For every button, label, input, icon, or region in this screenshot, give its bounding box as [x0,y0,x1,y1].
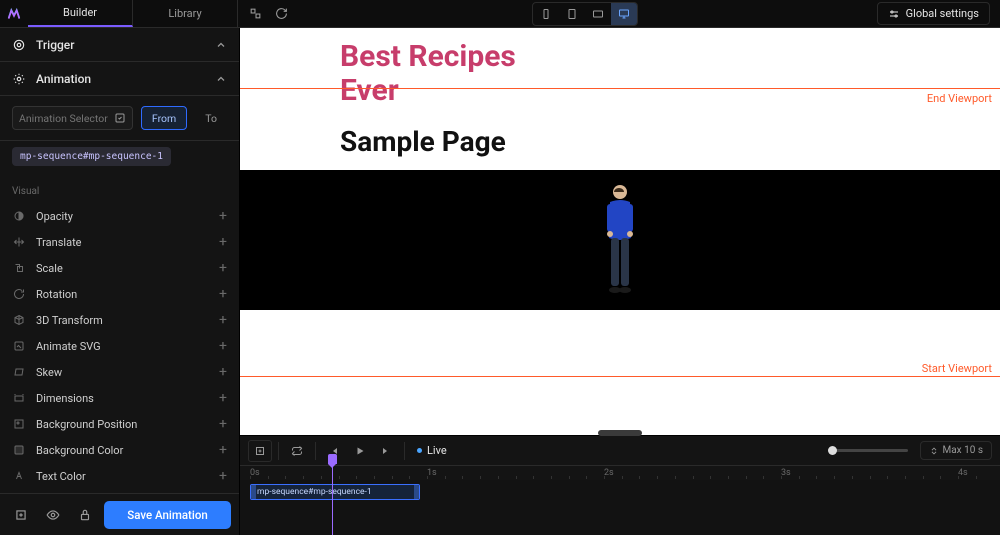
animation-label: Animation [36,72,205,86]
prop-opacity[interactable]: Opacity+ [0,203,239,229]
plus-icon: + [219,208,227,224]
start-viewport-label: Start Viewport [922,362,992,375]
plus-icon: + [219,390,227,406]
prop-skew[interactable]: Skew+ [0,359,239,385]
global-settings-label: Global settings [906,7,979,20]
text-color-icon [12,469,26,483]
animation-icon [12,72,26,86]
device-desktop[interactable] [611,3,637,25]
prop-rotation[interactable]: Rotation+ [0,281,239,307]
scale-icon [12,261,26,275]
timeline: Live Max 10 s 0s 1s 2s 3s 4s [240,435,1000,535]
plus-icon: + [219,260,227,276]
svg-icon [12,339,26,353]
person-figure [595,180,645,300]
refresh-icon[interactable] [268,3,294,25]
section-trigger[interactable]: Trigger [0,28,239,62]
chevron-up-icon [215,39,227,51]
tick-4: 4s [958,468,968,478]
clip-handle-right[interactable] [414,485,419,499]
plus-icon: + [219,286,227,302]
skip-end-icon[interactable] [374,440,398,462]
opacity-icon [12,209,26,223]
property-list: Opacity+ Translate+ Scale+ Rotation+ 3D … [0,203,239,493]
keyframe-add-icon[interactable] [248,440,272,462]
plus-icon: + [219,312,227,328]
loop-icon[interactable] [285,440,309,462]
device-tablet-landscape[interactable] [585,3,611,25]
tick-1: 1s [427,468,437,478]
dimensions-icon [12,391,26,405]
preview-icon[interactable] [40,504,66,526]
app-logo [0,0,28,28]
page-heading-pink: Best Recipes Ever [340,40,516,107]
add-layer-icon[interactable] [8,504,34,526]
device-tablet-portrait[interactable] [559,3,585,25]
settings-icon [888,8,900,20]
sidebar: Trigger Animation From To mp-sequence#mp… [0,28,240,535]
timeline-resize-handle[interactable] [598,430,642,436]
trigger-label: Trigger [36,38,205,52]
save-animation-button[interactable]: Save Animation [104,501,231,529]
end-viewport-label: End Viewport [927,92,992,105]
timeline-clip[interactable]: mp-sequence#mp-sequence-1 [250,484,420,500]
prop-dimensions[interactable]: Dimensions+ [0,385,239,411]
chevron-up-icon [215,73,227,85]
play-icon[interactable] [348,440,372,462]
max-duration-button[interactable]: Max 10 s [920,441,993,460]
group-visual-label: Visual [0,176,239,203]
tab-library[interactable]: Library [133,0,238,27]
tab-builder[interactable]: Builder [28,0,133,27]
prop-text-color[interactable]: Text Color+ [0,463,239,489]
plus-icon: + [219,234,227,250]
lock-icon[interactable] [72,504,98,526]
to-button[interactable]: To [195,106,227,130]
clip-handle-left[interactable] [251,485,256,499]
target-icon [12,38,26,52]
timeline-tracks[interactable]: mp-sequence#mp-sequence-1 [240,480,1000,535]
prop-3d-transform[interactable]: 3D Transform+ [0,307,239,333]
live-indicator[interactable]: Live [417,444,447,457]
translate-icon [12,235,26,249]
prop-animate-svg[interactable]: Animate SVG+ [0,333,239,359]
section-animation[interactable]: Animation [0,62,239,96]
expand-icon[interactable] [242,3,268,25]
plus-icon: + [219,416,227,432]
bg-position-icon [12,417,26,431]
selected-element-chip[interactable]: mp-sequence#mp-sequence-1 [12,147,171,166]
skew-icon [12,365,26,379]
swap-icon [929,446,939,456]
rotation-icon [12,287,26,301]
zoom-slider[interactable] [828,449,908,452]
prop-scale[interactable]: Scale+ [0,255,239,281]
animation-selector-input[interactable] [12,106,133,130]
plus-icon: + [219,468,227,484]
device-mobile[interactable] [533,3,559,25]
selector-picker-icon[interactable] [114,112,126,124]
prop-bg-position[interactable]: Background Position+ [0,411,239,437]
video-element[interactable] [240,170,1000,310]
start-viewport-line [240,376,1000,377]
from-button[interactable]: From [141,106,187,130]
topbar: Builder Library Global settings [0,0,1000,28]
tick-3: 3s [781,468,791,478]
plus-icon: + [219,338,227,354]
cube-icon [12,313,26,327]
bg-color-icon [12,443,26,457]
canvas[interactable]: Best Recipes Ever Sample Page End Viewpo… [240,28,1000,435]
global-settings-button[interactable]: Global settings [877,2,990,25]
tick-2: 2s [604,468,614,478]
page-heading-black: Sample Page [340,125,516,158]
end-viewport-line [240,88,1000,89]
tick-0: 0s [250,468,260,478]
clip-label: mp-sequence#mp-sequence-1 [257,487,372,497]
plus-icon: + [219,442,227,458]
prop-translate[interactable]: Translate+ [0,229,239,255]
prop-bg-color[interactable]: Background Color+ [0,437,239,463]
plus-icon: + [219,364,227,380]
timeline-ruler[interactable]: 0s 1s 2s 3s 4s [240,466,1000,480]
playhead[interactable] [332,466,333,535]
device-switcher [532,2,638,26]
